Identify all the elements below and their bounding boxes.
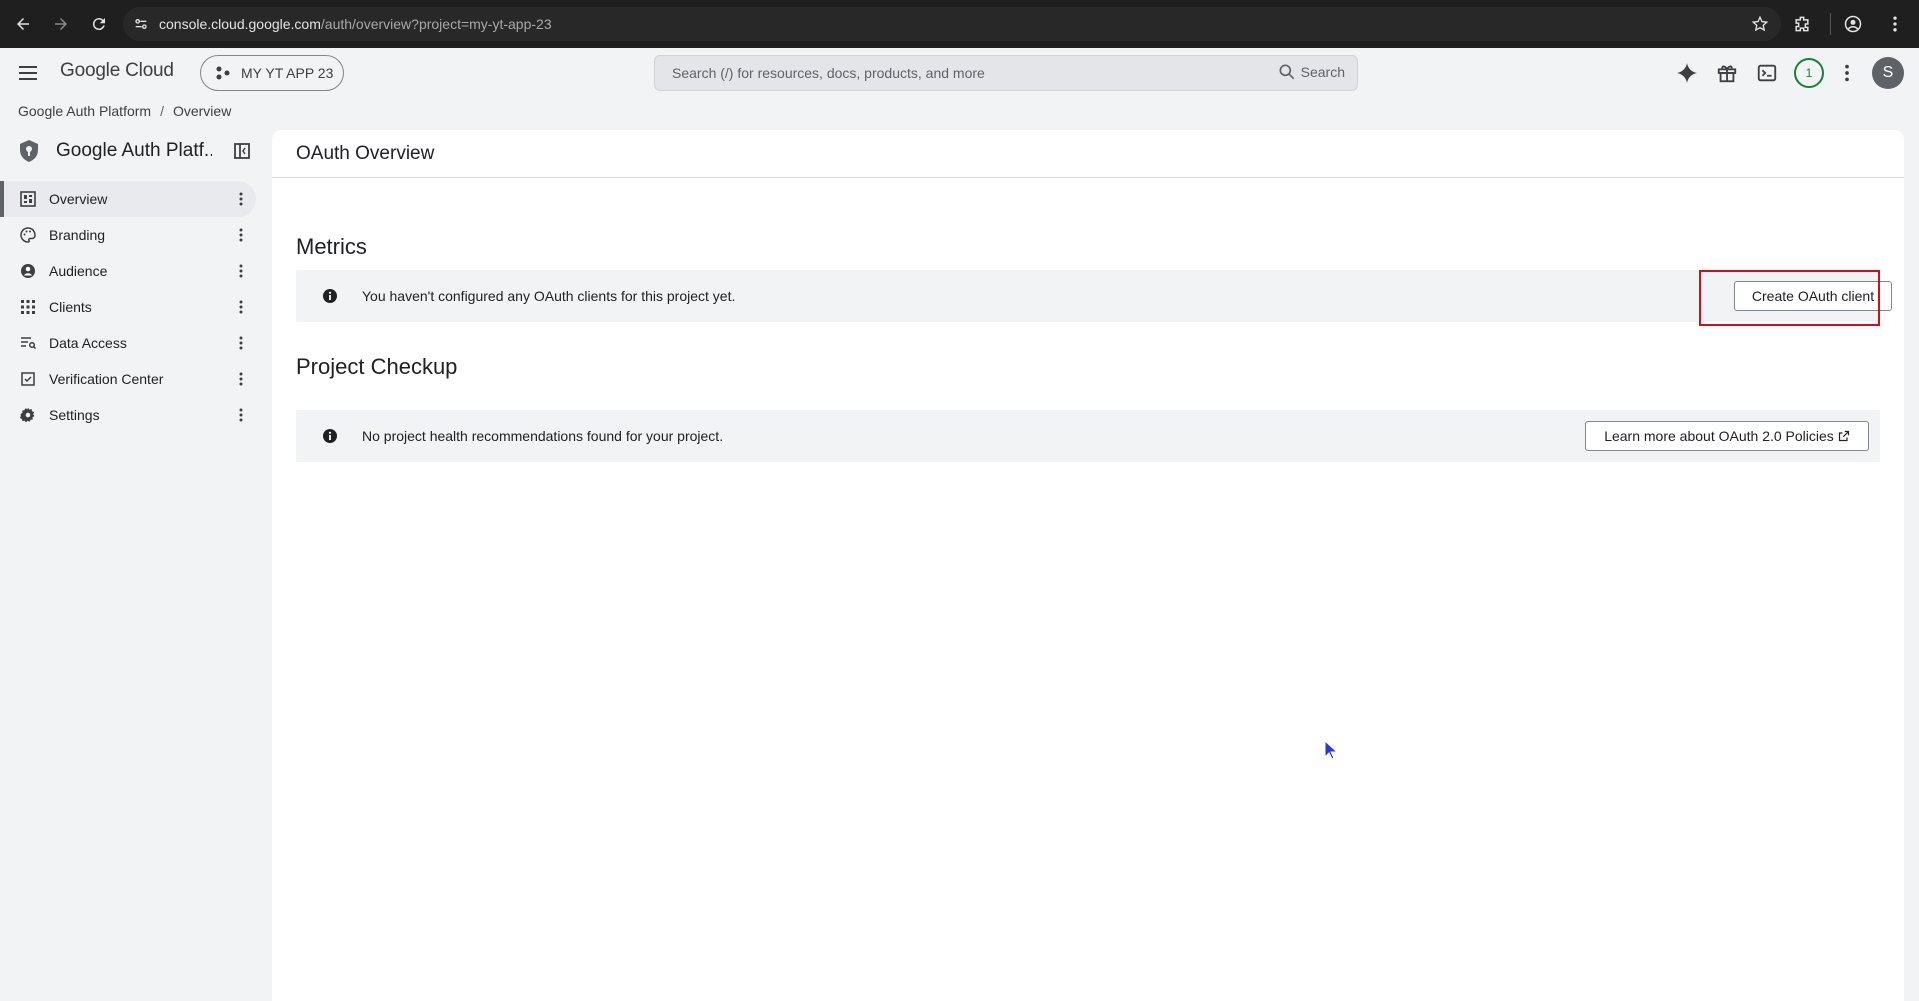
kebab-menu-icon[interactable] (233, 227, 249, 243)
apps-grid-icon (20, 299, 36, 315)
project-checkup-banner: No project health recommendations found … (296, 410, 1880, 462)
search-icon (1279, 64, 1294, 80)
chrome-menu-icon[interactable] (1877, 6, 1913, 42)
external-link-icon (1838, 430, 1849, 442)
profile-icon[interactable] (1835, 6, 1871, 42)
hamburger-menu-icon[interactable] (16, 61, 40, 85)
sidebar-item-verification-center[interactable]: Verification Center (0, 361, 256, 397)
kebab-menu-icon[interactable] (233, 191, 249, 207)
search-button[interactable]: Search (1277, 62, 1345, 82)
kebab-menu-icon[interactable] (233, 335, 249, 351)
sidebar-item-label: Branding (49, 227, 106, 243)
reload-icon[interactable] (87, 12, 111, 36)
sidebar-item-overview[interactable]: Overview (0, 181, 256, 217)
sidebar-item-label: Data Access (49, 335, 127, 351)
project-hierarchy-icon (216, 66, 230, 80)
console-top-bar: Google Cloud MY YT APP 23 Search 1 S (0, 48, 1919, 98)
search-input[interactable] (672, 65, 1252, 81)
address-bar[interactable]: console.cloud.google.com/auth/overview?p… (123, 7, 1781, 41)
account-circle-icon (20, 263, 36, 279)
info-icon (323, 429, 337, 443)
metrics-banner: You haven't configured any OAuth clients… (296, 270, 1892, 322)
shield-icon (20, 140, 38, 162)
breadcrumb: Google Auth Platform / Overview (18, 103, 231, 119)
kebab-menu-icon[interactable] (233, 299, 249, 315)
highlight-box (1699, 270, 1880, 326)
kebab-menu-icon[interactable] (233, 371, 249, 387)
sidebar: Google Auth Platf... Overview Branding A… (0, 128, 271, 1001)
breadcrumb-separator: / (160, 103, 164, 119)
checkbox-icon (20, 371, 36, 387)
collapse-sidebar-icon[interactable] (233, 142, 251, 160)
metrics-message: You haven't configured any OAuth clients… (362, 288, 736, 304)
dashboard-icon (20, 191, 36, 207)
sidebar-item-clients[interactable]: Clients (0, 289, 256, 325)
breadcrumb-root-link[interactable]: Google Auth Platform (18, 103, 151, 119)
main-header: OAuth Overview (272, 130, 1904, 178)
google-cloud-logo[interactable]: Google Cloud (60, 60, 174, 82)
bookmark-star-icon[interactable] (1751, 15, 1769, 33)
project-name: MY YT APP 23 (241, 65, 334, 81)
page-title: OAuth Overview (296, 142, 435, 164)
info-icon (323, 289, 337, 303)
project-checkup-heading: Project Checkup (296, 354, 458, 379)
breadcrumb-current[interactable]: Overview (173, 103, 231, 119)
filter-list-icon (20, 335, 36, 351)
sidebar-nav: Overview Branding Audience Clients Data … (0, 181, 271, 433)
search-bar[interactable]: Search (654, 55, 1358, 91)
project-checkup-message: No project health recommendations found … (362, 428, 724, 444)
learn-more-oauth-policies-link[interactable]: Learn more about OAuth 2.0 Policies (1585, 421, 1869, 451)
forward-icon[interactable] (49, 12, 73, 36)
more-options-icon[interactable] (1834, 60, 1860, 86)
extensions-icon[interactable] (1784, 6, 1820, 42)
sidebar-item-label: Clients (49, 299, 92, 315)
metrics-heading: Metrics (296, 234, 367, 259)
account-avatar[interactable]: S (1872, 57, 1904, 89)
url-text: console.cloud.google.com/auth/overview?p… (159, 16, 552, 32)
gemini-sparkle-icon[interactable] (1674, 60, 1700, 86)
palette-icon (20, 227, 36, 243)
notifications-badge[interactable]: 1 (1794, 58, 1824, 88)
sidebar-item-label: Audience (49, 263, 108, 279)
mouse-cursor-icon (1324, 740, 1338, 760)
sidebar-item-audience[interactable]: Audience (0, 253, 256, 289)
browser-toolbar: console.cloud.google.com/auth/overview?p… (0, 0, 1919, 48)
gear-icon (20, 407, 36, 423)
project-picker-button[interactable]: MY YT APP 23 (200, 55, 344, 91)
cloud-shell-terminal-icon[interactable] (1754, 60, 1780, 86)
site-info-icon[interactable] (131, 14, 151, 34)
learn-more-label: Learn more about OAuth 2.0 Policies (1604, 428, 1834, 444)
sidebar-item-branding[interactable]: Branding (0, 217, 256, 253)
kebab-menu-icon[interactable] (233, 263, 249, 279)
main-panel: OAuth Overview Metrics You haven't confi… (272, 130, 1904, 1001)
sidebar-product-title: Google Auth Platf... (56, 140, 212, 161)
sidebar-item-data-access[interactable]: Data Access (0, 325, 256, 361)
sidebar-item-settings[interactable]: Settings (0, 397, 256, 433)
kebab-menu-icon[interactable] (233, 407, 249, 423)
sidebar-item-label: Overview (49, 191, 108, 207)
sidebar-header: Google Auth Platf... (18, 136, 258, 166)
sidebar-item-label: Settings (49, 407, 100, 423)
gift-icon[interactable] (1714, 60, 1740, 86)
back-icon[interactable] (11, 12, 35, 36)
search-button-label: Search (1300, 64, 1345, 80)
sidebar-item-label: Verification Center (49, 371, 164, 387)
